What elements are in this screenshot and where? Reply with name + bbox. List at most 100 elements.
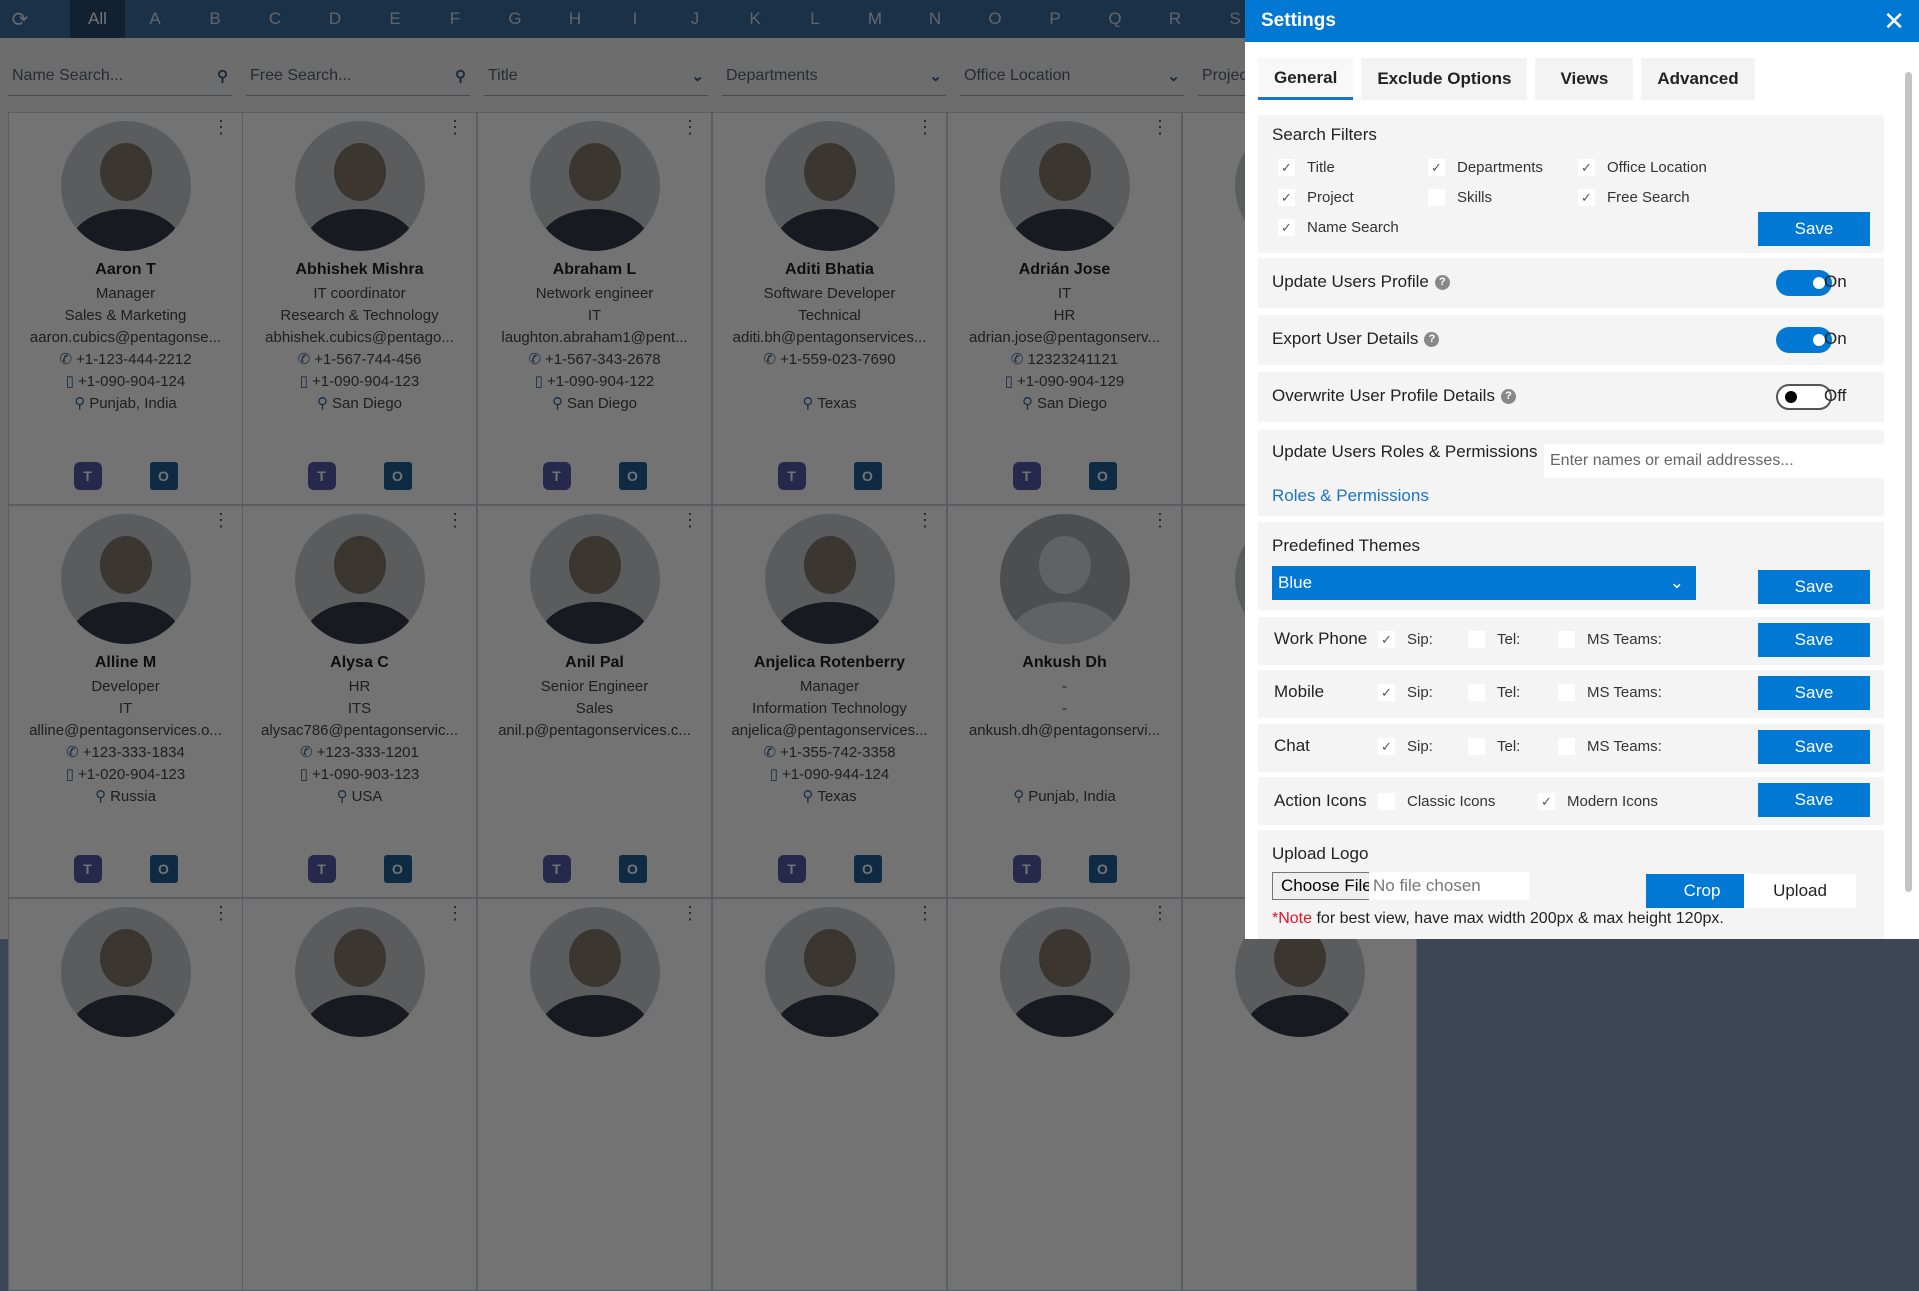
outlook-icon[interactable]: O [853,855,882,883]
teams-icon[interactable]: T [542,855,571,883]
teams-icon[interactable]: T [73,855,102,883]
letter-filter-i[interactable]: I [605,0,665,38]
letter-filter-n[interactable]: N [905,0,965,38]
filter-name-search-checkbox[interactable]: ✓ Name Search [1278,219,1399,236]
more-options-icon[interactable]: ⋮ [1151,904,1169,922]
user-phone[interactable]: ✆ +123-333-1201 [243,742,476,764]
checkbox[interactable] [1558,684,1575,701]
work-phone-teams-checkbox[interactable]: MS Teams: [1558,631,1662,648]
teams-icon[interactable]: T [307,855,336,883]
user-email[interactable]: ankush.dh@pentagonservi... [948,720,1181,742]
user-mobile[interactable] [948,764,1181,786]
more-options-icon[interactable]: ⋮ [681,118,699,136]
help-icon[interactable]: ? [1424,332,1440,347]
checkbox[interactable]: ✓ [1578,159,1595,176]
modern-icons-checkbox[interactable]: ✓ Modern Icons [1538,793,1658,810]
letter-filter-r[interactable]: R [1145,0,1205,38]
user-card[interactable]: ⋮ Abhishek Mishra IT coordinator Research &… [242,112,477,505]
user-mobile[interactable]: ▯ +1-090-904-129 [948,371,1181,393]
user-phone[interactable]: ✆ 12323241121 [948,349,1181,371]
user-email[interactable]: aditi.bh@pentagonservices... [713,327,946,349]
letter-filter-c[interactable]: C [245,0,305,38]
checkbox[interactable]: ✓ [1378,738,1395,755]
user-mobile[interactable]: ▯ +1-090-904-124 [9,371,242,393]
classic-icons-checkbox[interactable]: Classic Icons [1378,793,1495,810]
teams-icon[interactable]: T [777,462,806,490]
name-search-input[interactable]: Name Search... ⚲ [8,56,232,96]
checkbox[interactable] [1468,631,1485,648]
letter-filter-q[interactable]: Q [1085,0,1145,38]
user-card[interactable]: ⋮ [242,898,477,1291]
roles-permissions-link[interactable]: Roles & Permissions [1272,486,1429,506]
outlook-icon[interactable]: O [1088,462,1117,490]
work-phone-tel-checkbox[interactable]: Tel: [1468,631,1520,648]
tab-exclude-options[interactable]: Exclude Options [1361,58,1528,100]
user-card[interactable]: ⋮ [712,898,947,1291]
chat-save-button[interactable]: Save [1758,730,1870,764]
checkbox[interactable] [1468,684,1485,701]
letter-filter-a[interactable]: A [125,0,185,38]
user-card[interactable]: ⋮ [8,898,243,1291]
checkbox[interactable] [1378,793,1395,810]
user-card[interactable]: ⋮ Aditi Bhatia Software Developer Technical… [712,112,947,505]
teams-icon[interactable]: T [1012,462,1041,490]
upload-button[interactable]: Upload [1744,874,1856,908]
more-options-icon[interactable]: ⋮ [916,118,934,136]
teams-icon[interactable]: T [73,462,102,490]
user-name[interactable]: Aaron T [9,261,242,283]
filter-free-search-checkbox[interactable]: ✓ Free Search [1578,189,1690,206]
user-email[interactable]: alysac786@pentagonservic... [243,720,476,742]
user-name[interactable]: Alysa C [243,654,476,676]
checkbox[interactable]: ✓ [1378,684,1395,701]
scrollbar[interactable] [1905,72,1912,892]
more-options-icon[interactable]: ⋮ [916,511,934,529]
user-mobile[interactable]: ▯ +1-090-903-123 [243,764,476,786]
more-options-icon[interactable]: ⋮ [212,118,230,136]
title-dropdown[interactable]: Title ⌄ [484,56,708,96]
filter-office-location-checkbox[interactable]: ✓ Office Location [1578,159,1707,176]
user-phone[interactable]: ✆ +1-123-444-2212 [9,349,242,371]
user-name[interactable]: Adrián Jose [948,261,1181,283]
letter-filter-h[interactable]: H [545,0,605,38]
user-name[interactable]: Alline M [9,654,242,676]
help-icon[interactable]: ? [1500,389,1516,404]
user-name[interactable]: Aditi Bhatia [713,261,946,283]
checkbox[interactable]: ✓ [1378,631,1395,648]
user-email[interactable]: laughton.abraham1@pent... [478,327,711,349]
user-card[interactable]: ⋮ [947,898,1182,1291]
user-email[interactable]: adrian.jose@pentagonserv... [948,327,1181,349]
letter-filter-b[interactable]: B [185,0,245,38]
teams-icon[interactable]: T [307,462,336,490]
checkbox[interactable]: ✓ [1578,189,1595,206]
user-card[interactable]: ⋮ [1182,898,1417,1291]
user-mobile[interactable]: ▯ +1-090-904-123 [243,371,476,393]
user-phone[interactable] [948,742,1181,764]
user-email[interactable]: aaron.cubics@pentagonse... [9,327,242,349]
checkbox[interactable]: ✓ [1278,219,1295,236]
tab-views[interactable]: Views [1535,58,1634,100]
outlook-icon[interactable]: O [149,855,178,883]
user-card[interactable]: ⋮ Abraham L Network engineer IT laughton.abr… [477,112,712,505]
user-mobile[interactable]: ▯ +1-020-904-123 [9,764,242,786]
outlook-icon[interactable]: O [1088,855,1117,883]
user-card[interactable]: ⋮ Alysa C HR ITS alysac786@pentagonservic...… [242,505,477,898]
teams-icon[interactable]: T [777,855,806,883]
filter-departments-checkbox[interactable]: ✓ Departments [1428,159,1543,176]
office-location-dropdown[interactable]: Office Location ⌄ [960,56,1184,96]
more-options-icon[interactable]: ⋮ [1151,118,1169,136]
user-phone[interactable]: ✆ +1-567-343-2678 [478,349,711,371]
outlook-icon[interactable]: O [149,462,178,490]
user-mobile[interactable]: ▯ +1-090-944-124 [713,764,946,786]
close-icon[interactable]: ✕ [1883,6,1905,37]
checkbox[interactable] [1468,738,1485,755]
user-card[interactable]: ⋮ Anjelica Rotenberry Manager Information T… [712,505,947,898]
user-phone[interactable]: ✆ +1-567-744-456 [243,349,476,371]
user-card[interactable]: ⋮ Ankush Dh - - ankush.dh@pentagonservi... ⚲ P… [947,505,1182,898]
user-phone[interactable]: ✆ +1-355-742-3358 [713,742,946,764]
filter-project-checkbox[interactable]: ✓ Project [1278,189,1354,206]
user-phone[interactable] [478,742,711,764]
checkbox[interactable]: ✓ [1428,159,1445,176]
teams-icon[interactable]: T [542,462,571,490]
more-options-icon[interactable]: ⋮ [446,904,464,922]
departments-dropdown[interactable]: Departments ⌄ [722,56,946,96]
